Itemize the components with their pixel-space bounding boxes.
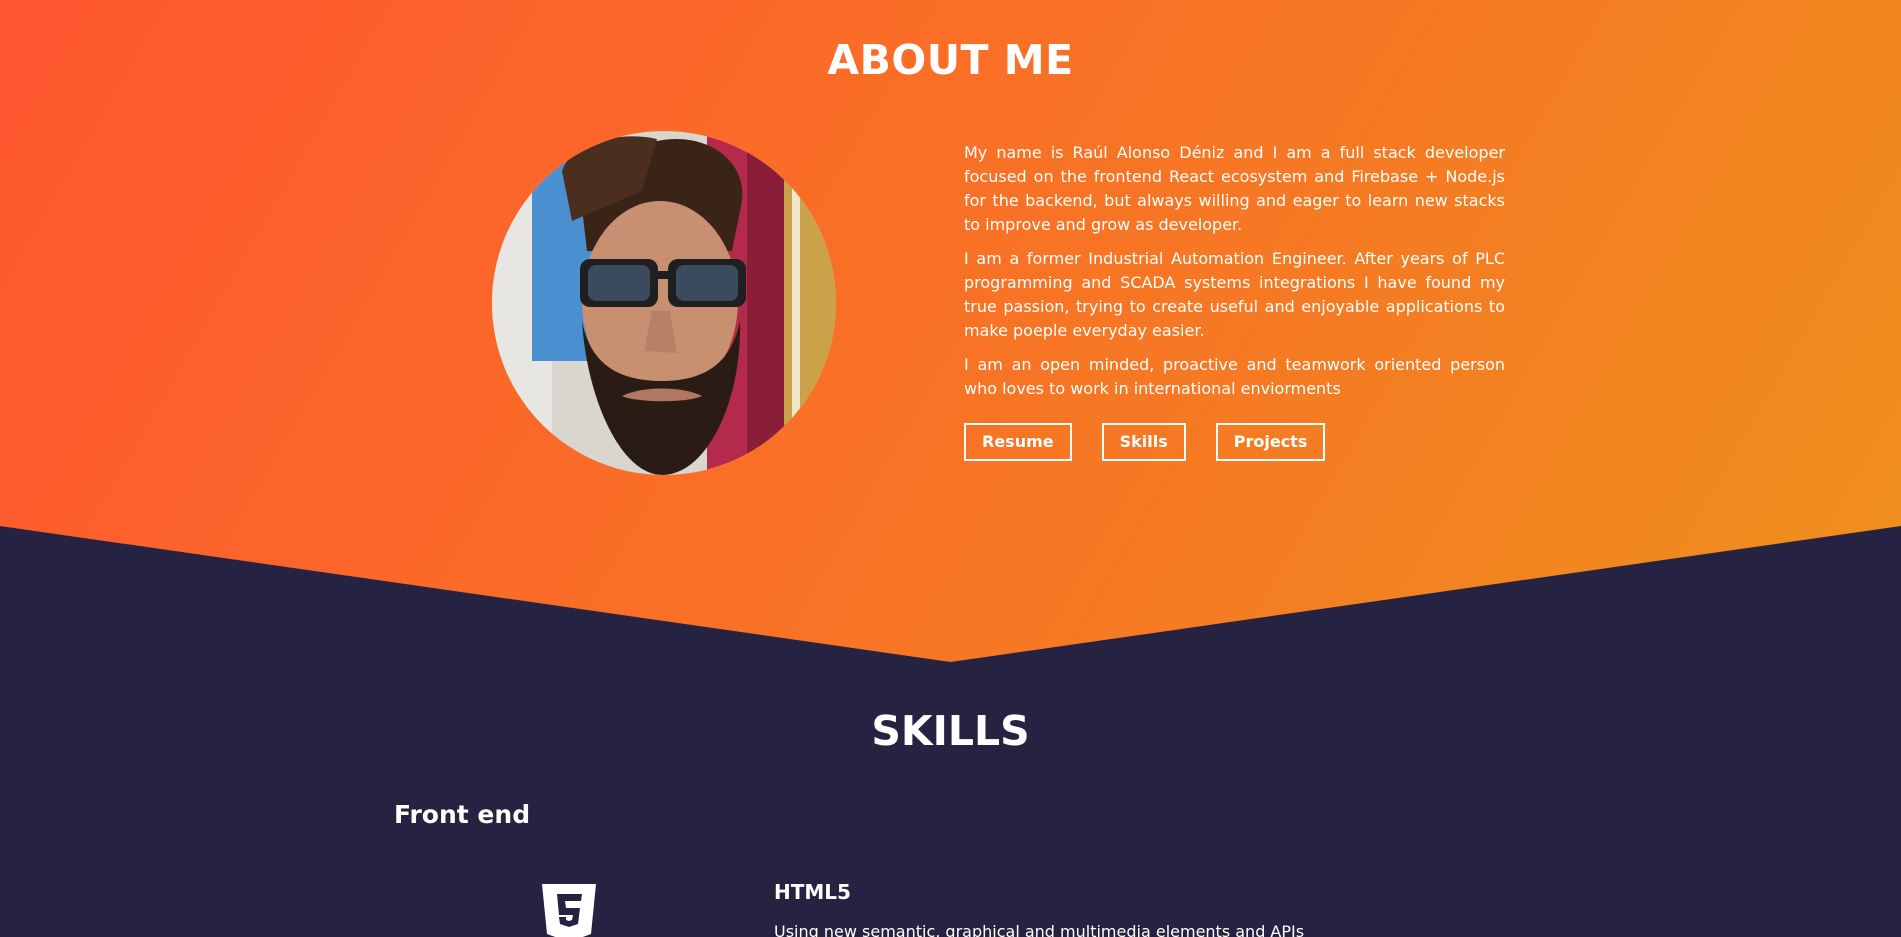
portfolio-page: ABOUT ME My name is Raúl Alonso Déniz an… bbox=[0, 0, 1901, 937]
html5-icon bbox=[540, 884, 598, 937]
skill-name: HTML5 bbox=[774, 880, 851, 904]
about-title: ABOUT ME bbox=[827, 36, 1074, 84]
bio-paragraph-2: I am a former Industrial Automation Engi… bbox=[964, 249, 1505, 340]
resume-button[interactable]: Resume bbox=[964, 423, 1072, 461]
profile-photo bbox=[492, 131, 836, 475]
bio-text: My name is Raúl Alonso Déniz and I am a … bbox=[964, 141, 1505, 411]
skills-title: SKILLS bbox=[871, 707, 1030, 755]
skill-description: Using new semantic, graphical and multim… bbox=[774, 922, 1305, 937]
bio-paragraph-1: My name is Raúl Alonso Déniz and I am a … bbox=[964, 143, 1505, 234]
skills-button[interactable]: Skills bbox=[1101, 423, 1186, 461]
projects-button[interactable]: Projects bbox=[1215, 423, 1326, 461]
about-section bbox=[0, 0, 1901, 662]
skill-category-heading: Front end bbox=[394, 800, 531, 829]
bio-paragraph-3: I am an open minded, proactive and teamw… bbox=[964, 355, 1505, 398]
profile-photo-illustration bbox=[492, 131, 836, 475]
about-buttons: Resume Skills Projects bbox=[964, 423, 1326, 461]
